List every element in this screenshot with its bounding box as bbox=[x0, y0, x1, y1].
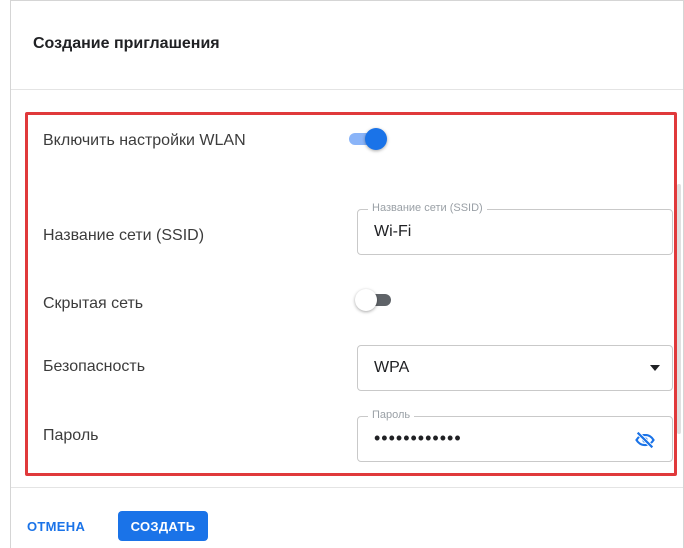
password-field-legend: Пароль bbox=[368, 409, 415, 421]
password-value: •••••••••••• bbox=[374, 428, 462, 448]
dialog-header: Создание приглашения bbox=[11, 1, 683, 90]
ssid-value: Wi-Fi bbox=[374, 223, 412, 240]
security-select[interactable]: WPA bbox=[357, 345, 673, 391]
cancel-button[interactable]: ОТМЕНА bbox=[25, 511, 87, 541]
ssid-field[interactable]: Название сети (SSID) Wi-Fi bbox=[357, 202, 673, 255]
wlan-enable-toggle[interactable] bbox=[347, 127, 387, 151]
scrollbar[interactable] bbox=[677, 184, 681, 434]
ssid-field-legend: Название сети (SSID) bbox=[368, 202, 487, 214]
security-value: WPA bbox=[374, 359, 410, 376]
toggle-knob bbox=[365, 128, 387, 150]
wlan-enable-label: Включить настройки WLAN bbox=[43, 132, 246, 149]
eye-off-icon[interactable] bbox=[634, 429, 656, 451]
invite-dialog: Создание приглашения Включить настройки … bbox=[10, 0, 684, 548]
security-label: Безопасность bbox=[43, 358, 146, 375]
footer-divider bbox=[11, 487, 683, 488]
hidden-network-label: Скрытая сеть bbox=[43, 295, 144, 312]
ssid-label: Название сети (SSID) bbox=[43, 227, 205, 244]
chevron-down-icon bbox=[650, 365, 660, 371]
hidden-network-toggle[interactable] bbox=[355, 288, 395, 312]
dialog-title: Создание приглашения bbox=[33, 35, 220, 52]
create-button[interactable]: СОЗДАТЬ bbox=[118, 511, 208, 541]
toggle-knob bbox=[355, 289, 377, 311]
password-label: Пароль bbox=[43, 427, 99, 444]
password-field[interactable]: Пароль •••••••••••• bbox=[357, 409, 673, 462]
